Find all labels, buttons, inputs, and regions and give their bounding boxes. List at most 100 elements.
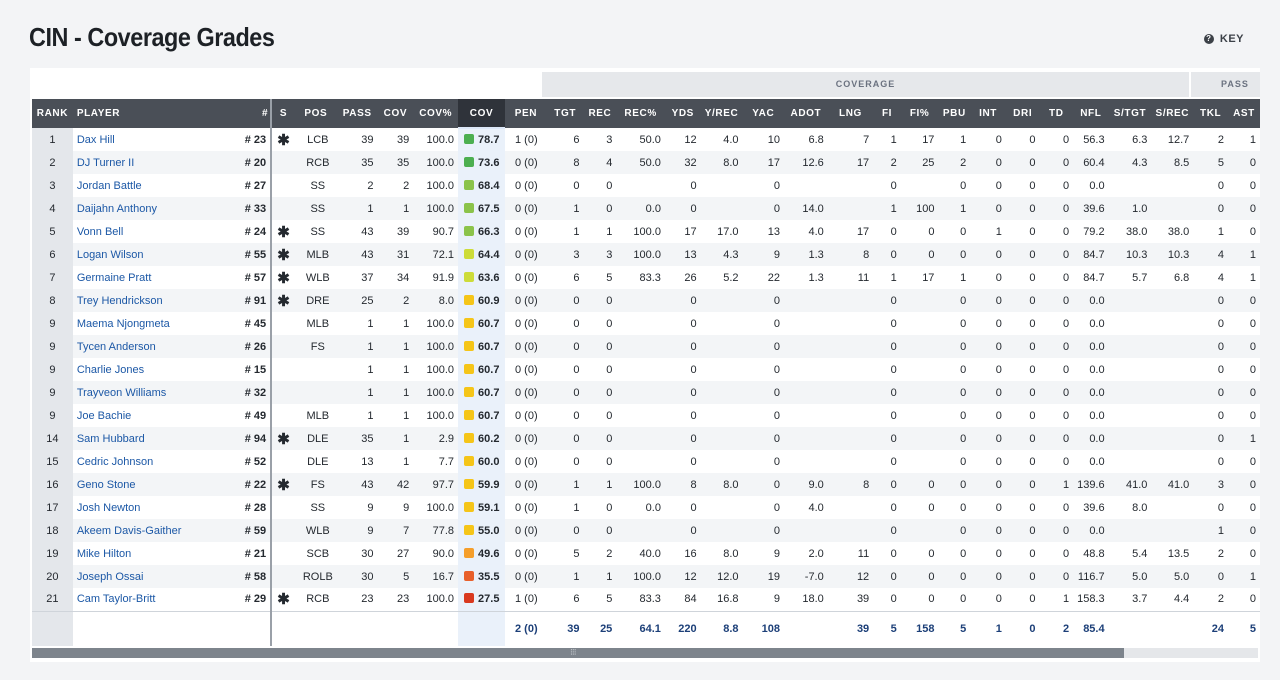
column-header-pbu[interactable]: PBU (938, 99, 971, 128)
column-header-pass[interactable]: PASS (336, 99, 378, 128)
table-row[interactable]: 6 Logan Wilson # 55 ✱ MLB 43 31 72.1 64.4 0 (0) 3 3… (32, 243, 1260, 266)
table-row[interactable]: 15 Cedric Johnson # 52 DLE 13 1 7.7 60.0 0 (0) 0 0… (32, 450, 1260, 473)
column-header-starter[interactable]: S (271, 99, 295, 128)
table-row[interactable]: 9 Charlie Jones # 15 1 1 100.0 60.7 0 (0) 0 0 0 0 0 0… (32, 358, 1260, 381)
cell-y-rec: 4.3 (700, 243, 743, 266)
cell-cov-snaps: 1 (403, 455, 410, 468)
cell-tgt: 0 (573, 455, 580, 468)
table-row[interactable]: 2 DJ Turner II # 20 RCB 35 35 100.0 73.6 0 (0) 8 4… (32, 151, 1260, 174)
total-s-rec (1151, 610, 1194, 646)
table-row[interactable]: 5 Vonn Bell # 24 ✱ SS 43 39 90.7 66.3 0 (0) 1 1 100.… (32, 220, 1260, 243)
grade-color-swatch (464, 478, 475, 489)
cell-player[interactable]: Maema Njongmeta (73, 312, 237, 335)
cell-tgt: 0 (573, 179, 580, 192)
column-header-y-rec[interactable]: Y/REC (700, 99, 743, 128)
table-row[interactable]: 1 Dax Hill # 23 ✱ LCB 39 39 100.0 78.7 1 (0) 6 3 50.… (32, 128, 1260, 151)
column-header-int[interactable]: INT (970, 99, 1006, 128)
cell-pbu: 0 (960, 547, 967, 560)
column-header-s-rec[interactable]: S/REC (1151, 99, 1194, 128)
table-row[interactable]: 16 Geno Stone # 22 ✱ FS 43 42 97.7 59.9 0 (0) 1 1 10… (32, 473, 1260, 496)
column-header-pos[interactable]: POS (294, 99, 337, 128)
column-header-yac[interactable]: YAC (742, 99, 785, 128)
cell-ast: 0 (1227, 197, 1260, 220)
cell-cov-pct: 97.7 (413, 473, 459, 496)
cell-player[interactable]: Germaine Pratt (73, 266, 237, 289)
cell-player[interactable]: Tycen Anderson (72, 335, 238, 358)
cell-yds: 84 (684, 593, 697, 606)
cell-pos: RCB (306, 593, 330, 606)
column-header-tkl[interactable]: TKL (1193, 99, 1228, 128)
cell-yac: 0 (742, 519, 785, 542)
cell-player[interactable]: Vonn Bell (73, 220, 237, 243)
column-header-pen[interactable]: PEN (505, 99, 547, 128)
cell-player[interactable]: Charlie Jones (73, 358, 237, 381)
key-button[interactable]: ? KEY (1203, 33, 1244, 45)
cell-player[interactable]: Jordan Battle (73, 174, 237, 197)
cell-int: 0 (995, 501, 1002, 514)
horizontal-scrollbar[interactable]: ⁝⁝⁝ (32, 648, 1258, 658)
cell-player[interactable]: Dax Hill (73, 128, 237, 151)
column-header-ast[interactable]: AST (1227, 99, 1260, 128)
cell-yds: 0 (690, 179, 697, 192)
cell-cov-snaps: 23 (397, 593, 410, 606)
column-header-rec-pct[interactable]: REC% (616, 99, 665, 128)
column-header-player[interactable]: PLAYER (72, 99, 238, 128)
table-row[interactable]: 8 Trey Hendrickson # 91 ✱ DRE 25 2 8.0 60.9 0 (0)… (32, 289, 1260, 312)
column-header-td[interactable]: TD (1039, 99, 1074, 128)
table-row[interactable]: 18 Akeem Davis-Gaither # 59 WLB 9 7 77.8 55.0 0 … (32, 519, 1260, 542)
cell-player[interactable]: Joseph Ossai (72, 565, 238, 588)
scrollbar-thumb[interactable]: ⁝⁝⁝ (32, 648, 1124, 658)
table-row[interactable]: 20 Joseph Ossai # 58 ROLB 30 5 16.7 35.5 0 (0) 1 1… (32, 565, 1260, 588)
column-header-cov-snaps[interactable]: COV (377, 99, 414, 128)
table-row[interactable]: 19 Mike Hilton # 21 SCB 30 27 90.0 49.6 0 (0) 5 2 4… (32, 542, 1260, 565)
column-header-tgt[interactable]: TGT (546, 99, 584, 128)
cell-player[interactable]: Cedric Johnson (73, 450, 237, 473)
table-row[interactable]: 9 Maema Njongmeta # 45 MLB 1 1 100.0 60.7 0 (0) 0… (32, 312, 1260, 335)
table-row[interactable]: 17 Josh Newton # 28 SS 9 9 100.0 59.1 0 (0) 1 0 0.0… (32, 496, 1260, 519)
cell-pbu: 0 (938, 473, 971, 496)
cell-player[interactable]: Akeem Davis-Gaither (72, 519, 238, 542)
column-header-nfl[interactable]: NFL (1073, 99, 1109, 128)
table-row[interactable]: 9 Trayveon Williams # 32 1 1 100.0 60.7 0 (0) 0 0… (32, 381, 1260, 404)
cell-fi-pct: 0 (900, 473, 939, 496)
cell-player[interactable]: Geno Stone (72, 473, 238, 496)
table-row[interactable]: 4 Daijahn Anthony # 33 SS 1 1 100.0 67.5 0 (0) 1 0… (32, 197, 1260, 220)
cov-grade-value: 60.0 (478, 455, 500, 468)
cell-number: # 57 (237, 266, 273, 289)
table-row[interactable]: 3 Jordan Battle # 27 SS 2 2 100.0 68.4 0 (0) 0 0 0 0… (32, 174, 1260, 197)
cell-lng: 8 (827, 473, 874, 496)
table-row[interactable]: 9 Tycen Anderson # 26 FS 1 1 100.0 60.7 0 (0) 0 0 0… (32, 335, 1260, 358)
cell-player[interactable]: Sam Hubbard (72, 427, 238, 450)
table-row[interactable]: 14 Sam Hubbard # 94 ✱ DLE 35 1 2.9 60.2 0 (0) 0 0 0 0… (32, 427, 1260, 450)
column-header-rec[interactable]: REC (583, 99, 617, 128)
column-header-yds[interactable]: YDS (664, 99, 701, 128)
column-header-number[interactable]: # (237, 99, 273, 128)
column-header-cov-pct[interactable]: COV% (413, 99, 459, 128)
cell-pen: 0 (0) (505, 381, 547, 404)
table-row[interactable]: 9 Joe Bachie # 49 MLB 1 1 100.0 60.7 0 (0) 0 0 0 0 0 0… (32, 404, 1260, 427)
column-header-fi-pct[interactable]: FI% (900, 99, 939, 128)
cell-player[interactable]: Trey Hendrickson (72, 289, 238, 312)
column-header-cov-grade[interactable]: COV (458, 99, 505, 129)
cell-player[interactable]: Trayveon Williams (72, 381, 238, 404)
column-header-rank[interactable]: RANK (32, 99, 73, 128)
cell-player[interactable]: Cam Taylor-Britt (73, 588, 237, 611)
cell-cov-pct: 90.0 (432, 547, 455, 560)
cell-player[interactable]: Logan Wilson (72, 243, 238, 266)
column-header-s-tgt[interactable]: S/TGT (1108, 99, 1152, 128)
cell-player[interactable]: Mike Hilton (73, 542, 237, 565)
cell-player[interactable]: Joe Bachie (73, 404, 237, 427)
cell-dri: 0 (1029, 455, 1036, 468)
column-header-adot[interactable]: ADOT (784, 99, 828, 128)
cell-int: 0 (970, 473, 1006, 496)
column-header-dri[interactable]: DRI (1005, 99, 1040, 128)
table-row[interactable]: 7 Germaine Pratt # 57 ✱ WLB 37 34 91.9 63.6 0 (0)… (32, 266, 1260, 289)
column-header-fi[interactable]: FI (873, 99, 901, 128)
cell-player[interactable]: Josh Newton (73, 496, 237, 519)
cell-yac: 22 (767, 271, 781, 284)
cell-player[interactable]: DJ Turner II (72, 151, 238, 174)
cell-player[interactable]: Daijahn Anthony (72, 197, 238, 220)
column-header-lng[interactable]: LNG (827, 99, 874, 128)
table-row[interactable]: 21 Cam Taylor-Britt # 29 ✱ RCB 23 23 100.0 27.5 1… (32, 588, 1260, 611)
cell-rank: 5 (32, 220, 73, 243)
